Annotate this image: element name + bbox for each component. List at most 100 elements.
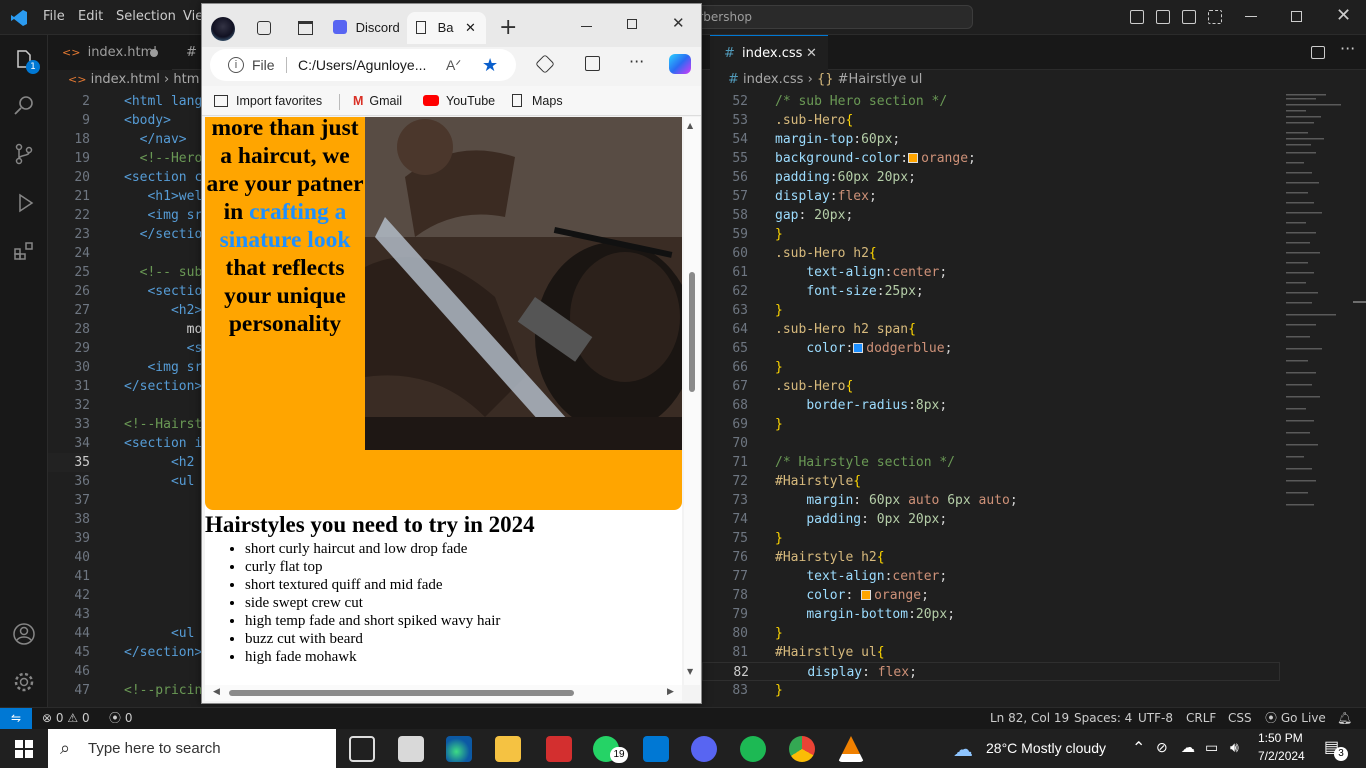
battery-icon[interactable]: ▭ — [1205, 739, 1218, 756]
remote-indicator-icon[interactable]: ⇋ — [0, 708, 32, 730]
code-line[interactable]: 23 </section — [48, 225, 203, 244]
tab-barbershop[interactable]: Ba ✕ — [407, 12, 486, 44]
code-line[interactable]: 33 <!--Hairst — [48, 415, 202, 434]
breadcrumb-symbol[interactable]: #Hairstlye ul — [838, 72, 923, 87]
breadcrumb-file[interactable]: index.css — [743, 72, 803, 87]
code-line[interactable]: 64 .sub-Hero h2 span{ — [702, 320, 1280, 339]
code-line[interactable]: 81 #Hairstlye ul{ — [702, 643, 1280, 662]
close-tab-icon[interactable]: ✕ — [465, 12, 476, 44]
code-line[interactable]: 52 /* sub Hero section */ — [702, 92, 1280, 111]
code-line[interactable]: 45 </section> — [48, 643, 202, 662]
settings-gear-icon[interactable] — [12, 670, 36, 694]
code-line[interactable]: 78 color: orange; — [702, 586, 1280, 605]
code-line[interactable]: 82 display: flex; — [702, 662, 1280, 681]
toggle-secondary-sidebar-icon[interactable] — [1182, 10, 1196, 24]
onedrive-icon[interactable]: ☁ — [1181, 739, 1195, 756]
indentation[interactable]: Spaces: 4 — [1074, 708, 1132, 729]
scroll-thumb[interactable] — [229, 690, 574, 696]
color-swatch-icon[interactable] — [853, 343, 864, 353]
problems-indicator[interactable]: ⊗ 0 ⚠ 0 — [42, 708, 90, 729]
close-tab-icon[interactable]: ✕ — [806, 36, 817, 71]
code-line[interactable]: 72 #Hairstyle{ — [702, 472, 1280, 491]
search-icon[interactable] — [12, 93, 36, 117]
extensions-icon[interactable] — [12, 239, 36, 263]
copilot-icon[interactable] — [669, 54, 691, 74]
customize-layout-icon[interactable] — [1208, 10, 1222, 24]
code-line[interactable]: 73 margin: 60px auto 6px auto; — [702, 491, 1280, 510]
code-line[interactable]: 20 <section c — [48, 168, 202, 187]
scroll-down-icon[interactable]: ▼ — [687, 667, 693, 676]
workspaces-icon[interactable] — [257, 21, 271, 35]
windows-start-icon[interactable] — [15, 740, 33, 758]
code-line[interactable]: 66} — [702, 358, 1280, 377]
network-icon[interactable]: ⊘ — [1156, 739, 1168, 756]
horizontal-scrollbar[interactable]: ◀ ▶ — [205, 685, 682, 701]
go-live-button[interactable]: ⦿ Go Live — [1265, 708, 1326, 729]
code-line[interactable]: 9 <body> — [48, 111, 171, 130]
fav-maps[interactable]: Maps — [512, 94, 563, 108]
tab-discord[interactable]: Discord — [333, 12, 405, 44]
code-line[interactable]: 18 </nav> — [48, 130, 186, 149]
code-line[interactable]: 28 mor — [48, 320, 203, 339]
pdf-app-icon[interactable] — [546, 736, 572, 762]
code-line[interactable]: 21 <h1>wel — [48, 187, 202, 206]
color-swatch-icon[interactable] — [908, 153, 919, 163]
read-aloud-icon[interactable]: Aᐟ — [446, 49, 461, 81]
code-line[interactable]: 34 <section i — [48, 434, 202, 453]
import-favorites[interactable]: Import favorites — [214, 94, 322, 108]
run-debug-icon[interactable] — [12, 191, 36, 215]
extensions-icon[interactable] — [535, 54, 555, 74]
code-line[interactable]: 41 — [48, 567, 90, 586]
notifications-bell-icon[interactable]: 🔔︎ — [1337, 708, 1352, 729]
scroll-thumb[interactable] — [689, 272, 695, 392]
scroll-right-icon[interactable]: ▶ — [667, 687, 674, 697]
code-line[interactable]: 75} — [702, 529, 1280, 548]
code-line[interactable]: 29 <sp — [48, 339, 203, 358]
line-ending[interactable]: CRLF — [1186, 708, 1216, 729]
code-line[interactable]: 76 #Hairstyle h2{ — [702, 548, 1280, 567]
code-line[interactable]: 54 margin-top:60px; — [702, 130, 1280, 149]
mail-icon[interactable] — [398, 736, 424, 762]
tab-index-css[interactable]: # index.css ✕ — [710, 35, 828, 70]
menu-selection[interactable]: Selection — [116, 9, 176, 24]
minimap[interactable] — [1282, 92, 1352, 542]
code-line[interactable]: 68 border-radius:8px; — [702, 396, 1280, 415]
code-line[interactable]: 32 — [48, 396, 90, 415]
tab-actions-icon[interactable] — [298, 21, 313, 35]
code-line[interactable]: 44 <ul — [48, 624, 194, 643]
menu-edit[interactable]: Edit — [78, 9, 103, 24]
chrome-icon[interactable] — [789, 736, 815, 762]
ports-indicator[interactable]: ⦿ 0 — [109, 708, 132, 729]
toggle-sidebar-icon[interactable] — [1130, 10, 1144, 24]
code-line[interactable]: 37 — [48, 491, 90, 510]
file-explorer-icon[interactable] — [495, 736, 521, 762]
code-line[interactable]: 58 gap: 20px; — [702, 206, 1280, 225]
split-editor-icon[interactable] — [1311, 46, 1325, 59]
code-line[interactable]: 83} — [702, 681, 1280, 700]
code-line[interactable]: 22 <img sr — [48, 206, 202, 225]
source-control-icon[interactable] — [12, 142, 36, 166]
code-line[interactable]: 80} — [702, 624, 1280, 643]
new-tab-icon[interactable]: + — [499, 15, 517, 40]
code-line[interactable]: 62 font-size:25px; — [702, 282, 1280, 301]
maximize-icon[interactable] — [627, 19, 637, 29]
code-line[interactable]: 74 padding: 0px 20px; — [702, 510, 1280, 529]
code-line[interactable]: 39 — [48, 529, 90, 548]
close-window-icon[interactable]: ✕ — [672, 14, 685, 32]
language-mode[interactable]: CSS — [1228, 708, 1252, 729]
color-swatch-icon[interactable] — [861, 590, 872, 600]
favorite-star-icon[interactable]: ★ — [482, 49, 498, 81]
vertical-scrollbar[interactable]: ▲ ▼ — [684, 117, 700, 685]
code-line[interactable]: 24 — [48, 244, 90, 263]
code-line[interactable]: 53 .sub-Hero{ — [702, 111, 1280, 130]
code-line[interactable]: 71 /* Hairstyle section */ — [702, 453, 1280, 472]
encoding[interactable]: UTF-8 — [1138, 708, 1173, 729]
volume-icon[interactable]: 🔊︎ — [1230, 739, 1239, 756]
taskbar-search-input[interactable]: ⌕ Type here to search — [48, 729, 336, 768]
toggle-panel-icon[interactable] — [1156, 10, 1170, 24]
code-line[interactable]: 70 — [702, 434, 1280, 453]
code-line[interactable]: 19 <!--Hero — [48, 149, 202, 168]
code-line[interactable]: 60 .sub-Hero h2{ — [702, 244, 1280, 263]
code-line[interactable]: 63} — [702, 301, 1280, 320]
code-line[interactable]: 46 — [48, 662, 90, 681]
